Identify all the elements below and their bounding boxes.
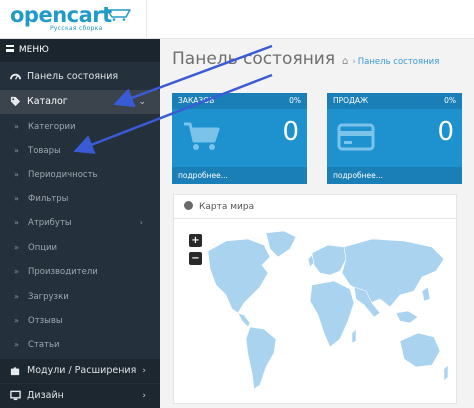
angle-right-icon: » bbox=[14, 292, 19, 301]
home-icon[interactable]: ⌂ bbox=[342, 56, 348, 67]
sidebar-subitem-label: Фильтры bbox=[28, 194, 69, 204]
menu-toggle[interactable]: МЕНЮ bbox=[0, 39, 160, 62]
map-region bbox=[443, 364, 449, 382]
angle-right-icon: » bbox=[14, 243, 19, 252]
puzzle-icon bbox=[9, 359, 21, 383]
sidebar-item-catalog[interactable]: Каталог ⌄ bbox=[0, 90, 160, 114]
map-region bbox=[309, 280, 355, 348]
tile-header: ЗАКАЗОВ 0% bbox=[172, 93, 307, 109]
sidebar-subitem-recurring[interactable]: » Периодичность bbox=[0, 163, 160, 187]
globe-icon bbox=[184, 201, 193, 210]
panel-header: Карта мира bbox=[174, 195, 456, 219]
monitor-icon bbox=[9, 384, 21, 408]
breadcrumb: ⌂ › Панель состояния bbox=[342, 56, 439, 67]
zoom-in-button[interactable]: + bbox=[189, 234, 202, 247]
cart-icon bbox=[184, 122, 220, 150]
menu-bars-icon bbox=[6, 45, 14, 52]
tag-icon bbox=[9, 90, 21, 114]
sidebar-item-extensions[interactable]: Модули / Расширения › bbox=[0, 359, 160, 383]
dashboard-icon bbox=[9, 65, 21, 89]
map-region bbox=[351, 328, 357, 344]
sidebar-subitem-downloads[interactable]: » Загрузки bbox=[0, 285, 160, 309]
sidebar-item-label: Дизайн bbox=[27, 390, 64, 401]
tile-value: 0 bbox=[282, 117, 299, 147]
map-region bbox=[237, 312, 251, 328]
sidebar-subitem-label: Атрибуты bbox=[28, 218, 72, 228]
sidebar-subitem-label: Отзывы bbox=[28, 316, 63, 326]
zoom-out-button[interactable]: − bbox=[189, 252, 202, 265]
angle-right-icon: » bbox=[14, 267, 19, 276]
map-region bbox=[245, 326, 277, 390]
world-map[interactable] bbox=[204, 229, 450, 399]
sidebar-item-design[interactable]: Дизайн › bbox=[0, 384, 160, 408]
angle-right-icon: » bbox=[14, 340, 19, 349]
tile-title: ЗАКАЗОВ bbox=[178, 96, 215, 105]
sidebar-subitem-label: Категории bbox=[28, 122, 76, 132]
sidebar-subitem-label: Товары bbox=[28, 146, 61, 156]
world-map-panel: Карта мира + − bbox=[173, 194, 457, 404]
tile-percent: 0% bbox=[444, 96, 456, 105]
map-region bbox=[399, 332, 441, 368]
sidebar-subitem-products[interactable]: » Товары bbox=[0, 139, 160, 163]
sidebar-subitem-label: Периодичность bbox=[28, 170, 98, 180]
tile-percent: 0% bbox=[289, 96, 301, 105]
tile-title: ПРОДАЖ bbox=[333, 96, 369, 105]
map-region bbox=[265, 230, 297, 258]
credit-card-icon bbox=[337, 123, 375, 151]
menu-label: МЕНЮ bbox=[18, 45, 49, 55]
sidebar-item-label: Модули / Расширения bbox=[27, 365, 137, 376]
sidebar-item-label: Каталог bbox=[27, 96, 68, 107]
angle-right-icon: » bbox=[14, 194, 19, 203]
sidebar-subitem-reviews[interactable]: » Отзывы bbox=[0, 309, 160, 333]
angle-right-icon: » bbox=[14, 218, 19, 227]
logo-tagline: Русская сборка bbox=[50, 25, 103, 32]
logo-text: opencart bbox=[10, 3, 112, 27]
angle-right-icon: » bbox=[14, 170, 19, 179]
sidebar-subitem-options[interactable]: » Опции bbox=[0, 236, 160, 260]
opencart-logo[interactable]: opencart Русская сборка bbox=[10, 3, 131, 34]
angle-right-icon: » bbox=[14, 316, 19, 325]
page-title: Панель состояния bbox=[172, 49, 336, 69]
sidebar-item-label: Панель состояния bbox=[27, 71, 119, 82]
chevron-right-icon: › bbox=[142, 366, 146, 376]
sidebar: МЕНЮ Панель состояния Каталог ⌄ » Катего… bbox=[0, 39, 160, 408]
cart-logo-icon bbox=[106, 9, 131, 21]
tile-value: 0 bbox=[437, 117, 454, 147]
angle-right-icon: » bbox=[14, 122, 19, 131]
chevron-right-icon: › bbox=[142, 391, 146, 401]
orders-tile: ЗАКАЗОВ 0% 0 подробнее... bbox=[172, 93, 307, 184]
sidebar-subitem-categories[interactable]: » Категории bbox=[0, 115, 160, 139]
chevron-down-icon: ⌄ bbox=[138, 97, 146, 107]
map-region bbox=[311, 244, 347, 276]
tile-header: ПРОДАЖ 0% bbox=[327, 93, 462, 109]
chevron-right-icon: › bbox=[139, 218, 143, 227]
main-content: Панель состояния ⌂ › Панель состояния ЗАКА… bbox=[160, 39, 474, 408]
sidebar-subitem-articles[interactable]: » Статьи bbox=[0, 333, 160, 357]
tile-more-link[interactable]: подробнее... bbox=[327, 167, 462, 184]
breadcrumb-link[interactable]: Панель состояния bbox=[358, 57, 440, 67]
sidebar-item-dashboard[interactable]: Панель состояния bbox=[0, 65, 160, 89]
sidebar-subitem-label: Опции bbox=[28, 243, 58, 253]
sidebar-subitem-manufacturers[interactable]: » Производители bbox=[0, 260, 160, 284]
sidebar-subitem-label: Статьи bbox=[28, 340, 60, 350]
header-divider bbox=[146, 0, 147, 39]
breadcrumb-separator: › bbox=[352, 57, 356, 67]
top-header: opencart Русская сборка bbox=[0, 0, 474, 39]
sales-tile: ПРОДАЖ 0% 0 подробнее... bbox=[327, 93, 462, 184]
sidebar-subitem-label: Производители bbox=[28, 267, 98, 277]
sidebar-subitem-label: Загрузки bbox=[28, 292, 69, 302]
tile-more-link[interactable]: подробнее... bbox=[172, 167, 307, 184]
map-region bbox=[421, 286, 431, 302]
map-region bbox=[395, 310, 419, 324]
sidebar-subitem-attributes[interactable]: » Атрибуты › bbox=[0, 211, 160, 235]
map-region bbox=[207, 238, 271, 314]
angle-right-icon: » bbox=[14, 146, 19, 155]
panel-title: Карта мира bbox=[199, 202, 255, 212]
sidebar-subitem-filters[interactable]: » Фильтры bbox=[0, 187, 160, 211]
